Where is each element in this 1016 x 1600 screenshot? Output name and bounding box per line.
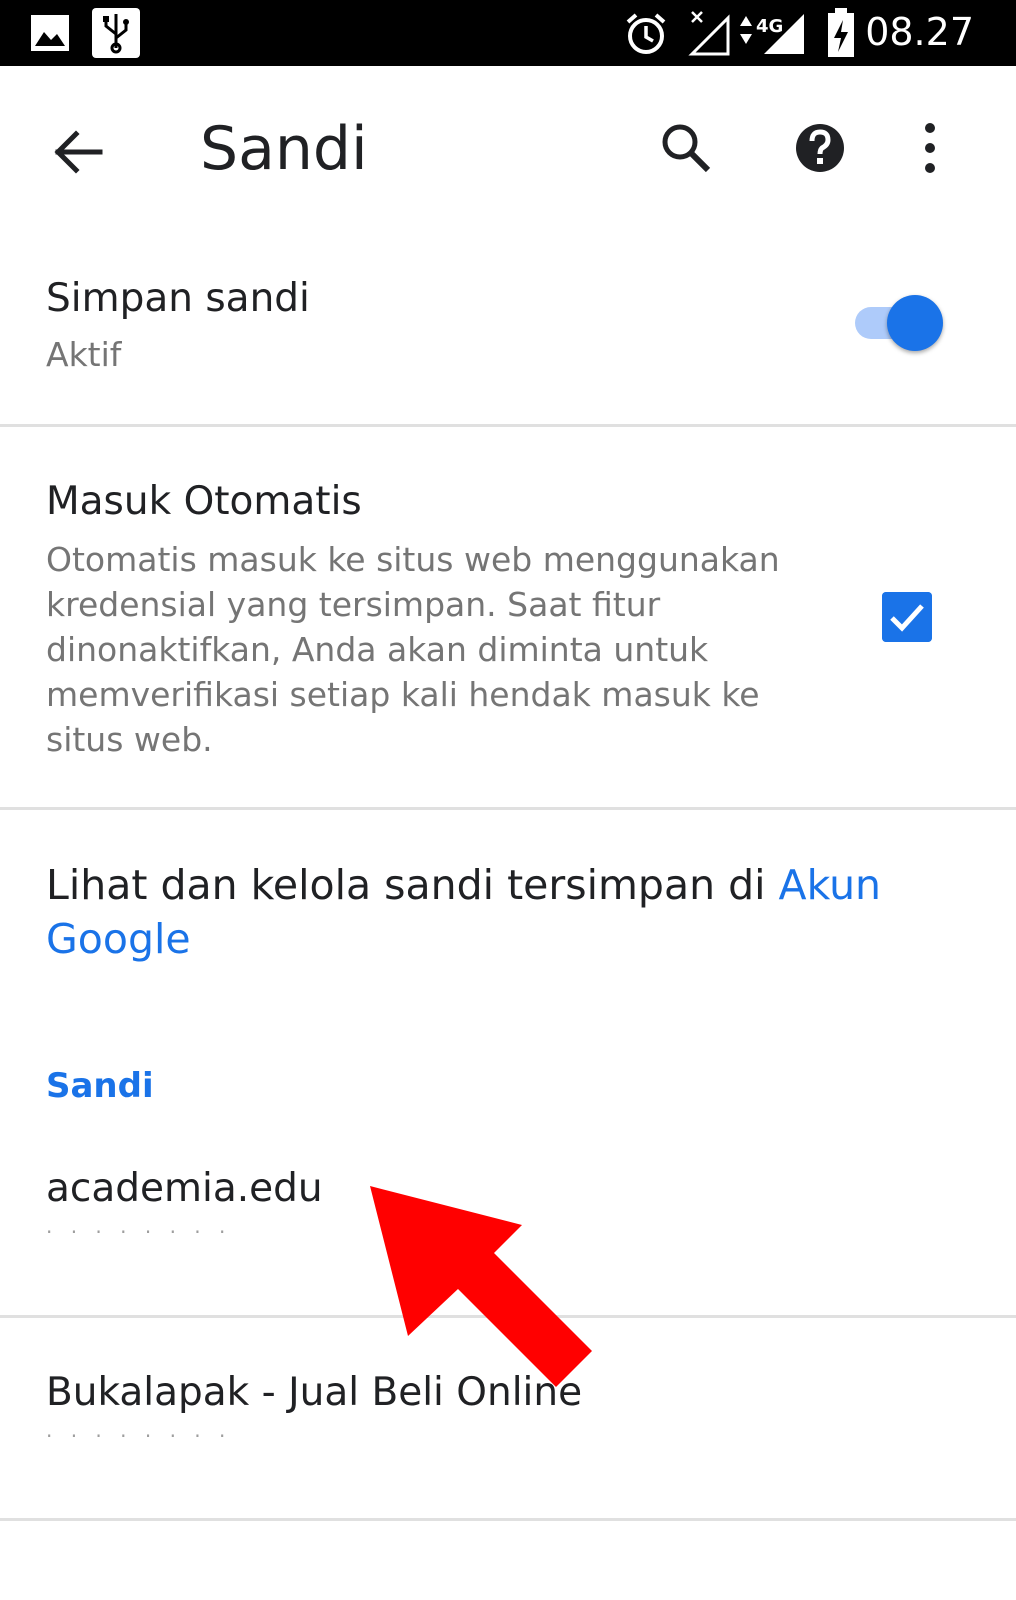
- battery-charging-icon: [828, 8, 854, 57]
- password-item-username: · · · · · · · ·: [46, 1220, 232, 1244]
- save-passwords-title: Simpan sandi: [46, 276, 310, 321]
- more-vert-icon[interactable]: [910, 118, 950, 178]
- network-label: 4G: [756, 16, 783, 37]
- manage-passwords-text: Lihat dan kelola sandi tersimpan di Akun…: [46, 858, 906, 966]
- auto-signin-title: Masuk Otomatis: [46, 479, 362, 524]
- page-title: Sandi: [200, 114, 368, 184]
- auto-signin-checkbox[interactable]: [882, 592, 932, 642]
- alarm-icon: [626, 13, 666, 54]
- password-item-username: · · · · · · · ·: [46, 1424, 232, 1448]
- usb-icon: [92, 8, 140, 58]
- divider: [0, 807, 1016, 810]
- divider: [0, 1518, 1016, 1521]
- signal-4g-icon: 4G: [688, 11, 804, 56]
- image-icon: [31, 15, 69, 51]
- passwords-section-header: Sandi: [46, 1066, 154, 1106]
- help-icon[interactable]: [790, 118, 850, 178]
- annotation-arrow-icon: [370, 1186, 592, 1387]
- search-icon[interactable]: [656, 118, 716, 178]
- manage-passwords-label: Lihat dan kelola sandi tersimpan di: [46, 861, 779, 909]
- app-bar: Sandi: [0, 66, 1016, 236]
- back-arrow-icon[interactable]: [48, 122, 108, 182]
- auto-signin-description: Otomatis masuk ke situs web menggunakan …: [46, 540, 780, 759]
- save-passwords-toggle[interactable]: [887, 295, 943, 351]
- password-item-site: academia.edu: [46, 1166, 323, 1211]
- status-time: 08.27: [865, 10, 974, 54]
- save-passwords-subtitle: Aktif: [46, 335, 122, 374]
- auto-signin-row[interactable]: Masuk Otomatis Otomatis masuk ke situs w…: [0, 427, 1016, 807]
- status-bar: 4G 08.27: [0, 0, 1016, 66]
